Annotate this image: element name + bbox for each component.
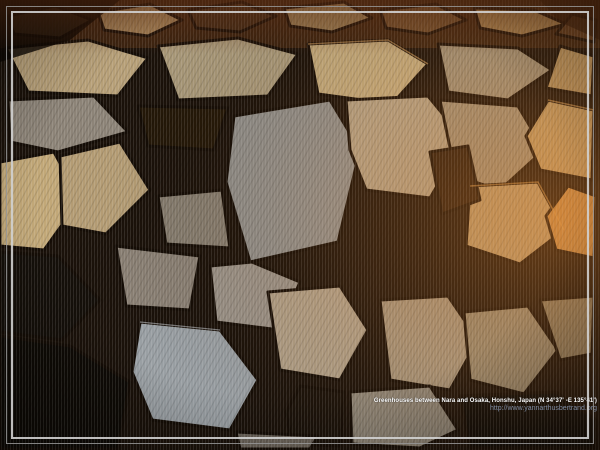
- wallpaper-stage: Greenhouses between Nara and Osaka, Hons…: [0, 0, 600, 450]
- photo-texture-overlays: [0, 0, 600, 450]
- aerial-photo-greenhouses: [0, 0, 600, 450]
